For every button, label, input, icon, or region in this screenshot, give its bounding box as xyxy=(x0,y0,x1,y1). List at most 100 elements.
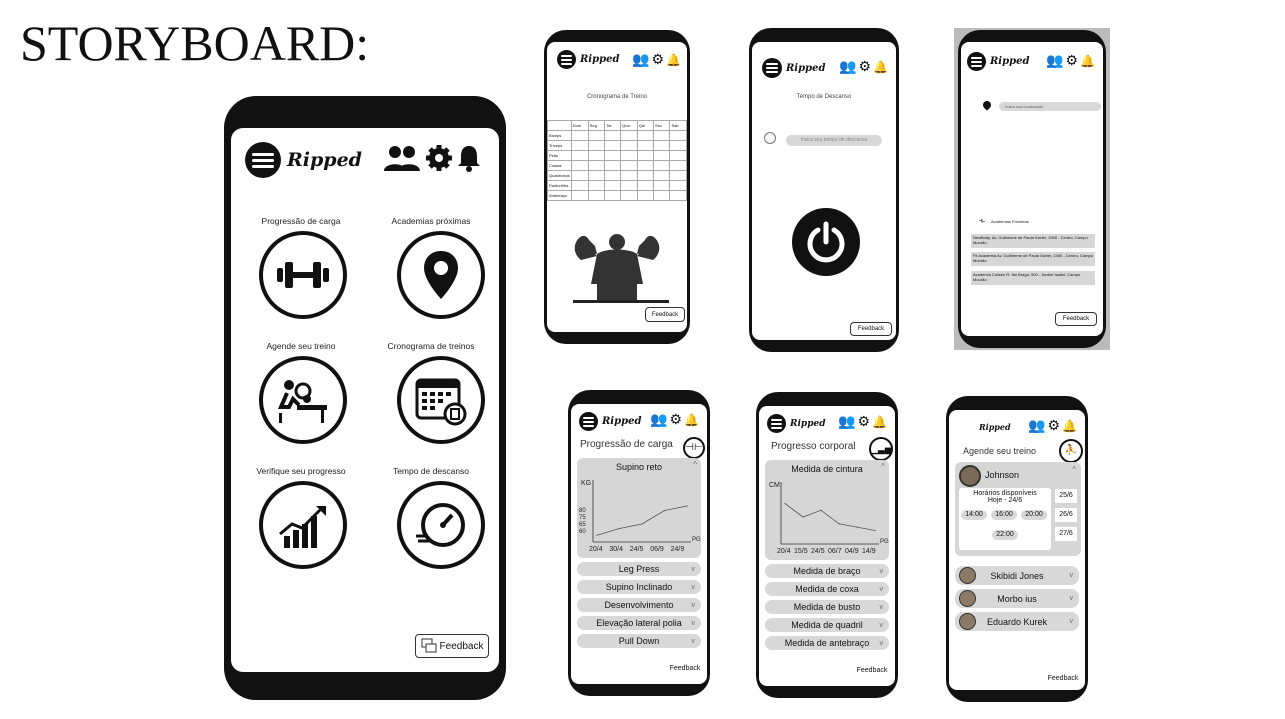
chevron-up-icon[interactable]: ^ xyxy=(1072,465,1076,474)
feedback-button[interactable]: Feedback xyxy=(415,634,489,658)
menu-icon[interactable] xyxy=(557,50,576,69)
feedback-button[interactable]: Feedback xyxy=(1055,312,1097,326)
bell-icon[interactable]: 🔔 xyxy=(1080,54,1095,68)
location-button[interactable] xyxy=(397,231,485,319)
x-tick-label: 20/4 xyxy=(589,546,603,553)
avatar xyxy=(959,465,981,487)
progress-button[interactable] xyxy=(259,481,347,569)
menu-icon[interactable] xyxy=(767,414,786,433)
menu-icon[interactable] xyxy=(967,52,986,71)
bell-icon[interactable]: 🔔 xyxy=(872,415,887,429)
slots-title: Horários disponíveis xyxy=(973,490,1037,497)
feedback-label: Feedback xyxy=(1062,316,1090,322)
users-icon[interactable]: 👥 xyxy=(839,58,856,75)
brand-logo: Ripped xyxy=(990,56,1030,67)
data-point xyxy=(874,529,876,532)
accordion-item[interactable]: Medida de braço v xyxy=(765,564,889,578)
users-icon[interactable]: 👥 xyxy=(650,411,667,428)
accordion-item[interactable]: Medida de coxa v xyxy=(765,582,889,596)
bell-icon[interactable]: 🔔 xyxy=(666,53,681,67)
menu-icon[interactable] xyxy=(762,58,782,78)
menu-icon[interactable] xyxy=(579,412,598,431)
gym-item[interactable]: Academia Coliseu R. Itaí Braga, 900 - Ja… xyxy=(971,271,1095,285)
time-slot[interactable]: 22:00 xyxy=(992,530,1018,540)
trainer-name: Eduardo Kurek xyxy=(986,616,1048,627)
gym-item[interactable]: Fit Academia Av. Guilherme de Paula Xavi… xyxy=(971,252,1095,266)
trainer-item[interactable]: Morbo ius v xyxy=(955,589,1079,608)
time-slot[interactable]: 14:00 xyxy=(961,510,987,520)
bell-icon[interactable]: 🔔 xyxy=(873,60,888,74)
location-input[interactable]: Insira sua localização xyxy=(999,102,1101,111)
home-label-gyms: Academias próximas xyxy=(391,216,471,226)
gym-item[interactable]: NewBody, Av. Guilherme de Paula Xavier, … xyxy=(971,234,1095,248)
date-option[interactable]: 25/6 xyxy=(1055,489,1077,503)
time-slot[interactable]: 16:00 xyxy=(991,510,1017,520)
x-tick-label: 24/5 xyxy=(811,548,825,555)
accordion-item[interactable]: Desenvolvimento v xyxy=(577,598,701,612)
users-icon[interactable]: 👥 xyxy=(632,51,649,68)
gear-icon[interactable]: ⚙ xyxy=(857,413,870,430)
trainer-name: Morbo ius xyxy=(997,593,1037,604)
chevron-down-icon: v xyxy=(691,583,696,591)
dumbbell-icon xyxy=(277,262,329,288)
book-workout-button[interactable] xyxy=(259,356,347,444)
date-option[interactable]: 27/6 xyxy=(1055,527,1077,541)
x-axis-label: PG xyxy=(692,537,701,543)
page-title: Agende seu treino xyxy=(963,446,1037,456)
body-chart: CM PG 20/4 15/5 24/5 06/7 04/9 14/9 xyxy=(769,482,889,555)
feedback-button[interactable]: Feedback xyxy=(667,662,703,674)
dumbbell-icon: ⟛ xyxy=(979,218,986,225)
accordion-item[interactable]: Medida de antebraço v xyxy=(765,636,889,650)
start-timer-button[interactable] xyxy=(792,208,860,276)
date-option[interactable]: 26/6 xyxy=(1055,508,1077,522)
slots-date: Hoje - 24/6 xyxy=(987,497,1023,504)
accordion-item[interactable]: Medida de quadril v xyxy=(765,618,889,632)
users-icon[interactable]: 👥 xyxy=(1028,417,1045,434)
accordion-item[interactable]: Elevação lateral polia v xyxy=(577,616,701,630)
accordion-item[interactable]: Leg Press v xyxy=(577,562,701,576)
bell-icon[interactable] xyxy=(457,144,481,172)
users-icon[interactable]: 👥 xyxy=(838,413,855,430)
gear-icon[interactable]: ⚙ xyxy=(858,58,871,75)
accordion-item[interactable]: Medida de busto v xyxy=(765,600,889,614)
schedule-button[interactable] xyxy=(397,356,485,444)
body-phone: Ripped 👥 ⚙ 🔔 Progresso corporal ▁▃▅ Medi… xyxy=(756,392,898,698)
data-point xyxy=(596,534,598,536)
dumbbell-icon: ⊣⊢ xyxy=(683,437,705,459)
rest-time-input[interactable]: Insira seu tempo de descanso xyxy=(786,135,882,146)
trainer-item[interactable]: Skibidi Jones v xyxy=(955,566,1079,585)
gear-icon[interactable] xyxy=(425,144,453,172)
accordion-item[interactable]: Pull Down v xyxy=(577,634,701,648)
gyms-list-title: Academias Próximas xyxy=(991,219,1029,224)
trainer-card: Johnson ^ Horários disponíveis Hoje - 24… xyxy=(955,462,1081,556)
feedback-button[interactable]: Feedback xyxy=(853,664,891,676)
gear-icon[interactable]: ⚙ xyxy=(1047,417,1060,434)
users-icon[interactable] xyxy=(383,144,421,172)
body-screen: Ripped 👥 ⚙ 🔔 Progresso corporal ▁▃▅ Medi… xyxy=(759,406,895,686)
gear-icon[interactable]: ⚙ xyxy=(669,411,682,428)
time-slot[interactable]: 20:00 xyxy=(1021,510,1047,520)
accordion-item[interactable]: Supino Inclinado v xyxy=(577,580,701,594)
rest-timer-button[interactable] xyxy=(397,481,485,569)
x-tick-label: 24/5 xyxy=(630,546,644,553)
home-phone: Ripped Progressão de carga Academias pró… xyxy=(224,96,506,700)
feedback-icon xyxy=(421,638,437,653)
load-screen: Ripped 👥 ⚙ 🔔 Progressão de carga ⊣⊢ Supi… xyxy=(571,404,707,684)
dumbbell-button[interactable] xyxy=(259,231,347,319)
rest-phone: Ripped 👥 ⚙ 🔔 Tempo de Descanso Insira se… xyxy=(749,28,899,352)
menu-icon[interactable] xyxy=(245,142,281,178)
trainer-name[interactable]: Johnson xyxy=(985,470,1019,480)
gear-icon[interactable]: ⚙ xyxy=(651,51,664,68)
y-axis-label: CM xyxy=(769,482,780,489)
bell-icon[interactable]: 🔔 xyxy=(1062,419,1077,433)
feedback-label: Feedback xyxy=(651,311,679,318)
feedback-button[interactable]: Feedback xyxy=(1045,672,1081,684)
accordion-label: Medida de busto xyxy=(793,602,861,612)
gear-icon[interactable]: ⚙ xyxy=(1065,52,1078,69)
data-point xyxy=(820,509,822,511)
bell-icon[interactable]: 🔔 xyxy=(684,413,699,427)
feedback-button[interactable]: Feedback xyxy=(645,307,685,322)
trainer-item[interactable]: Eduardo Kurek v xyxy=(955,612,1079,631)
users-icon[interactable]: 👥 xyxy=(1046,52,1063,69)
feedback-button[interactable]: Feedback xyxy=(850,322,892,336)
